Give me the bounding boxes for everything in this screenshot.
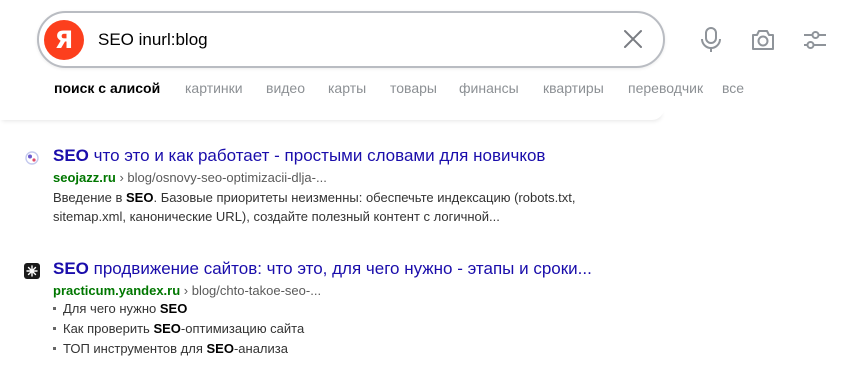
practicum-favicon-icon xyxy=(24,263,40,279)
seojazz-favicon-icon xyxy=(24,150,40,166)
result-url-link[interactable]: practicum.yandex.ru › blog/chto-takoe-se… xyxy=(53,283,321,298)
tab-video[interactable]: видео xyxy=(266,80,305,96)
tab-finance[interactable]: финансы xyxy=(459,80,519,96)
result-title-text: что это и как работает - простыми словам… xyxy=(88,146,546,165)
tab-products[interactable]: товары xyxy=(390,80,437,96)
result-domain: practicum.yandex.ru xyxy=(53,283,181,298)
sitelink-text: -анализа xyxy=(233,341,288,356)
result-title-text: продвижение сайтов: что это, для чего ну… xyxy=(88,259,592,278)
yandex-logo[interactable]: Я xyxy=(44,20,84,60)
camera-icon[interactable] xyxy=(750,26,776,54)
result-path: › blog/osnovy-seo-optimizacii-dlja-... xyxy=(115,170,327,185)
tab-maps[interactable]: карты xyxy=(328,80,366,96)
result-title-link[interactable]: SEO что это и как работает - простыми сл… xyxy=(53,146,545,166)
result-domain: seojazz.ru xyxy=(53,170,116,185)
search-box: Я xyxy=(37,11,665,68)
tabs-divider xyxy=(0,108,664,120)
sitelink-item[interactable]: Для чего нужно SEO xyxy=(53,301,187,316)
sitelink-item[interactable]: Как проверить SEO-оптимизацию сайта xyxy=(53,321,304,336)
sitelink-text: Как проверить xyxy=(63,321,154,336)
sitelink-text: -оптимизацию сайта xyxy=(180,321,305,336)
result-title-highlight: SEO xyxy=(53,146,89,165)
bullet-dot xyxy=(53,307,56,311)
sitelink-highlight: SEO xyxy=(206,341,234,356)
result-title-link[interactable]: SEO продвижение сайтов: что это, для чег… xyxy=(53,259,592,279)
settings-sliders-icon[interactable] xyxy=(802,26,828,54)
tab-translator[interactable]: переводчик xyxy=(628,80,703,96)
result-title-highlight: SEO xyxy=(53,259,89,278)
search-input[interactable] xyxy=(98,13,618,66)
sitelink-item[interactable]: ТОП инструментов для SEO-анализа xyxy=(53,341,288,356)
bullet-dot xyxy=(53,327,56,331)
tab-apartments[interactable]: квартиры xyxy=(543,80,604,96)
result-snippet: Введение в SEO. Базовые приоритеты неизм… xyxy=(53,188,593,226)
bullet-dot xyxy=(53,347,56,351)
snippet-text: Введение в xyxy=(53,190,126,205)
sitelink-highlight: SEO xyxy=(153,321,181,336)
tab-alice-search[interactable]: поиск с алисой xyxy=(54,80,160,96)
result-url-link[interactable]: seojazz.ru › blog/osnovy-seo-optimizacii… xyxy=(53,170,327,185)
result-path: › blog/chto-takoe-seo-... xyxy=(180,283,322,298)
sitelink-text: Для чего нужно xyxy=(63,301,160,316)
tab-images[interactable]: картинки xyxy=(185,80,243,96)
close-icon[interactable] xyxy=(622,28,644,50)
snippet-highlight: SEO xyxy=(126,190,154,205)
tab-all[interactable]: все xyxy=(722,80,744,96)
microphone-icon[interactable] xyxy=(698,26,724,54)
sitelink-highlight: SEO xyxy=(159,301,188,316)
sitelink-text: ТОП инструментов для xyxy=(63,341,207,356)
